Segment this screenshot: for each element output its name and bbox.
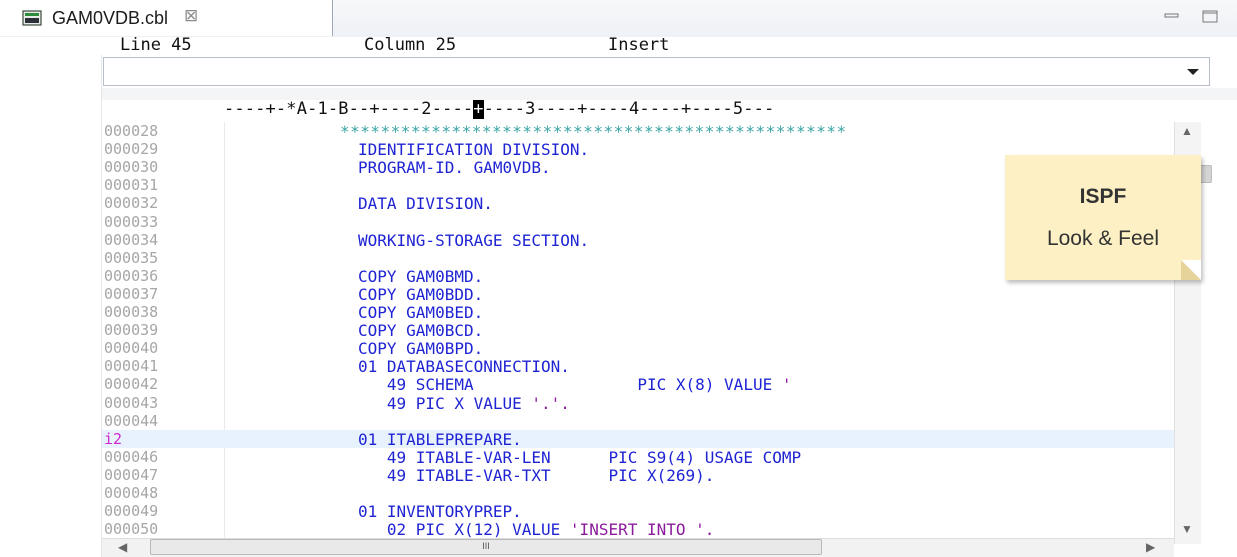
code-text[interactable]: PROGRAM-ID. GAM0VDB. <box>358 158 551 177</box>
ruler-before-cursor: ----+-*A-1-B--+----2---- <box>224 100 474 119</box>
line-number[interactable]: 000050 <box>104 520 158 538</box>
code-text[interactable]: COPY GAM0BCD. <box>358 321 483 340</box>
note-folded-corner <box>1181 260 1201 280</box>
code-text[interactable]: COPY GAM0BED. <box>358 303 483 322</box>
code-text[interactable]: COPY GAM0BMD. <box>358 267 483 286</box>
line-number[interactable]: 000035 <box>104 249 158 267</box>
scroll-down-icon[interactable]: ▼ <box>1181 522 1193 536</box>
tab-label: GAM0VDB.cbl <box>52 8 169 28</box>
code-text[interactable]: 49 SCHEMA PIC X(8) VALUE ' <box>358 375 792 394</box>
status-line-number: Line 45 <box>120 35 192 55</box>
line-number[interactable]: 000049 <box>104 502 158 520</box>
code-text[interactable]: 49 PIC X VALUE '.'. <box>358 394 570 413</box>
line-number[interactable]: 000030 <box>104 158 158 176</box>
code-line[interactable]: 000040 COPY GAM0BPD. <box>102 339 1174 358</box>
code-line[interactable]: 000041 01 DATABASECONNECTION. <box>102 357 1174 376</box>
line-number[interactable]: 000046 <box>104 448 158 466</box>
line-number[interactable]: 000034 <box>104 231 158 249</box>
line-number[interactable]: 000041 <box>104 357 158 375</box>
note-title: ISPF <box>1079 185 1127 208</box>
dropdown-arrow-icon[interactable] <box>1187 69 1199 75</box>
line-number[interactable]: 000036 <box>104 267 158 285</box>
line-number[interactable]: 000028 <box>104 122 158 140</box>
code-text[interactable]: 01 INVENTORYPREP. <box>358 502 522 521</box>
line-number[interactable]: i2 <box>104 430 122 448</box>
line-number[interactable]: 000029 <box>104 140 158 158</box>
code-text[interactable]: 01 ITABLEPREPARE. <box>358 430 522 449</box>
line-number[interactable]: 000037 <box>104 285 158 303</box>
code-text[interactable]: 02 PIC X(12) VALUE 'INSERT INTO '. <box>358 520 715 539</box>
ispf-sticky-note: ISPF Look & Feel <box>1005 155 1201 280</box>
cobol-file-icon <box>22 10 42 26</box>
code-text[interactable]: DATA DIVISION. <box>358 194 493 213</box>
close-icon[interactable]: ⊠ <box>184 6 198 26</box>
code-line[interactable]: 000042 49 SCHEMA PIC X(8) VALUE ' <box>102 375 1174 394</box>
tab-gam0vdb[interactable]: GAM0VDB.cbl ⊠ <box>0 0 333 36</box>
code-text[interactable]: IDENTIFICATION DIVISION. <box>358 140 589 159</box>
line-number[interactable]: 000039 <box>104 321 158 339</box>
line-number[interactable]: 000047 <box>104 466 158 484</box>
maximize-icon[interactable] <box>1200 8 1220 24</box>
code-text[interactable]: 49 ITABLE-VAR-LEN PIC S9(4) USAGE COMP <box>358 448 801 467</box>
editor-left-margin <box>0 37 102 557</box>
status-column-number: Column 25 <box>364 35 457 55</box>
line-number[interactable]: 000038 <box>104 303 158 321</box>
editor-status-line: Line 45 Column 25 Insert <box>0 35 1237 55</box>
code-text[interactable]: COPY GAM0BPD. <box>358 339 483 358</box>
code-line[interactable]: 000049 01 INVENTORYPREP. <box>102 502 1174 521</box>
code-line[interactable]: 000047 49 ITABLE-VAR-TXT PIC X(269). <box>102 466 1174 485</box>
code-line[interactable]: 000046 49 ITABLE-VAR-LEN PIC S9(4) USAGE… <box>102 448 1174 467</box>
code-line[interactable]: 000038 COPY GAM0BED. <box>102 303 1174 322</box>
code-line[interactable]: i2 01 ITABLEPREPARE. <box>102 429 1174 449</box>
editor-tab-bar: GAM0VDB.cbl ⊠ <box>0 0 1237 38</box>
code-text[interactable]: 01 DATABASECONNECTION. <box>358 357 570 376</box>
code-line[interactable]: 000050 02 PIC X(12) VALUE 'INSERT INTO '… <box>102 520 1174 539</box>
scroll-left-icon[interactable]: ◀ <box>118 540 127 554</box>
scroll-right-icon[interactable]: ▶ <box>1146 540 1155 554</box>
code-text[interactable]: COPY GAM0BDD. <box>358 285 483 304</box>
code-text[interactable]: WORKING-STORAGE SECTION. <box>358 231 589 250</box>
line-number[interactable]: 000042 <box>104 375 158 393</box>
line-number[interactable]: 000032 <box>104 194 158 212</box>
code-text[interactable]: ****************************************… <box>340 122 847 141</box>
code-line[interactable]: 000037 COPY GAM0BDD. <box>102 285 1174 304</box>
line-number[interactable]: 000043 <box>104 394 158 412</box>
note-subtitle: Look & Feel <box>1046 227 1160 250</box>
line-number[interactable]: 000040 <box>104 339 158 357</box>
code-text[interactable]: 49 ITABLE-VAR-TXT PIC X(269). <box>358 466 715 485</box>
ruler-spacer <box>102 88 1237 100</box>
minimize-icon[interactable] <box>1162 8 1182 24</box>
ruler-after-cursor: ----3----+----4----+----5--- <box>483 100 775 119</box>
command-combo[interactable] <box>103 57 1210 86</box>
scroll-up-icon[interactable]: ▲ <box>1181 124 1193 138</box>
line-number[interactable]: 000044 <box>104 412 158 430</box>
line-number[interactable]: 000033 <box>104 213 158 231</box>
code-line[interactable]: 000039 COPY GAM0BCD. <box>102 321 1174 340</box>
ruler-cursor-marker: + <box>473 100 484 119</box>
code-line[interactable]: 000048 <box>102 484 1174 502</box>
code-line[interactable]: 000044 <box>102 412 1174 430</box>
horizontal-scroll-thumb[interactable]: III <box>150 539 822 555</box>
status-insert-mode: Insert <box>608 35 670 55</box>
code-line[interactable]: 000043 49 PIC X VALUE '.'. <box>102 394 1174 413</box>
column-ruler: ----+-*A-1-B--+----2----+----3----+----4… <box>102 100 1237 122</box>
line-number[interactable]: 000048 <box>104 484 158 502</box>
code-line[interactable]: 000028 **********************************… <box>102 122 1174 141</box>
line-number[interactable]: 000031 <box>104 176 158 194</box>
